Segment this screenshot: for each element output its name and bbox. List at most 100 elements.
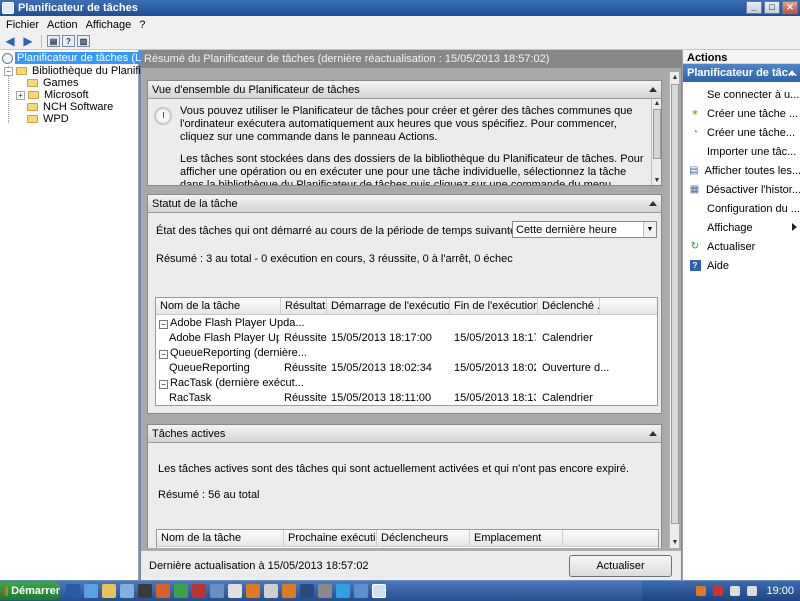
task-status-section-header[interactable]: Statut de la tâche	[148, 195, 661, 213]
action-disable-history[interactable]: ▦ Désactiver l'histor...	[683, 180, 800, 199]
app-icon[interactable]	[210, 584, 224, 598]
show-hide-action-pane-icon[interactable]: ▥	[77, 35, 90, 47]
overview-section-header[interactable]: Vue d'ensemble du Planificateur de tâche…	[148, 81, 661, 99]
minimize-button[interactable]: _	[746, 1, 762, 14]
tree-item-nch-software[interactable]: NCH Software	[27, 101, 115, 113]
photoshop-icon[interactable]	[300, 584, 314, 598]
folder-icon	[27, 79, 38, 87]
action-show-running-tasks[interactable]: ▤ Afficher toutes les...	[683, 161, 800, 180]
collapse-minus-icon[interactable]: −	[159, 320, 168, 329]
menu-action[interactable]: Action	[43, 19, 82, 31]
collapse-arrow-icon[interactable]	[649, 201, 657, 206]
tree-item-games[interactable]: Games	[27, 77, 80, 89]
explorer-folder-icon[interactable]	[102, 584, 116, 598]
col-run-end[interactable]: Fin de l'exécution	[450, 298, 538, 315]
firefox-icon[interactable]	[246, 584, 260, 598]
collapse-arrow-icon[interactable]	[788, 70, 796, 75]
task-group-row[interactable]: − QueueReporting (dernière...	[156, 346, 657, 361]
app-icon[interactable]	[354, 584, 368, 598]
action-configure-account[interactable]: Configuration du ...	[683, 199, 800, 218]
scroll-down-arrow-icon[interactable]: ▼	[671, 538, 679, 547]
blank-icon	[688, 145, 702, 159]
col-result[interactable]: Résultat...	[281, 298, 327, 315]
app-icon[interactable]	[174, 584, 188, 598]
collapse-arrow-icon[interactable]	[649, 431, 657, 436]
expand-toggle-icon[interactable]: +	[16, 90, 25, 100]
forward-arrow-icon[interactable]: ▶	[20, 34, 36, 48]
action-connect[interactable]: Se connecter à u...	[683, 85, 800, 104]
cell-run-end: 15/05/2013 18:02:...	[454, 362, 536, 374]
action-create-basic-task[interactable]: ✶ Créer une tâche ...	[683, 104, 800, 123]
task-group-row[interactable]: − RacTask (dernière exécut...	[156, 376, 657, 391]
col-triggered-by[interactable]: Déclenché ...	[538, 298, 600, 315]
summary-scroll-thumb[interactable]	[671, 84, 679, 524]
blank-icon	[688, 221, 702, 235]
col-location[interactable]: Emplacement	[470, 530, 563, 547]
action-help[interactable]: ? Aide	[683, 256, 800, 275]
cell-run-start: 15/05/2013 18:02:34	[331, 362, 432, 374]
app-icon[interactable]	[228, 584, 242, 598]
scroll-down-arrow-icon[interactable]: ▼	[653, 176, 661, 185]
collapse-minus-icon[interactable]: −	[159, 380, 168, 389]
close-button[interactable]: ✕	[782, 1, 798, 14]
table-row[interactable]: Adobe Flash Player Upda... Réussite 15/0…	[156, 331, 657, 346]
menu-help[interactable]: ?	[135, 19, 149, 31]
col-run-start[interactable]: Démarrage de l'exécution	[327, 298, 450, 315]
summary-scrollbar[interactable]: ▲ ▼	[669, 72, 679, 548]
firefox-icon[interactable]	[282, 584, 296, 598]
tray-volume-icon[interactable]	[747, 586, 758, 596]
task-scheduler-taskbar-button[interactable]	[372, 584, 386, 598]
show-desktop-icon[interactable]	[66, 584, 80, 598]
show-hide-console-tree-icon[interactable]: ▤	[47, 35, 60, 47]
table-row[interactable]: RacTask Réussite 15/05/2013 18:11:00 15/…	[156, 391, 657, 405]
action-view-menu[interactable]: Affichage	[683, 218, 800, 237]
refresh-icon: ↻	[690, 241, 700, 252]
summary-header: Résumé du Planificateur de tâches (derni…	[141, 50, 681, 68]
col-next-run[interactable]: Prochaine exécution	[284, 530, 377, 547]
col-task-name[interactable]: Nom de la tâche	[156, 298, 281, 315]
collapse-minus-icon[interactable]: −	[159, 350, 168, 359]
chevron-down-icon[interactable]: ▼	[643, 222, 656, 237]
collapse-toggle-icon[interactable]: −	[4, 66, 13, 76]
tree-item-microsoft[interactable]: + Microsoft	[16, 89, 91, 101]
app-icon[interactable]	[264, 584, 278, 598]
help-icon[interactable]: ?	[62, 35, 75, 47]
refresh-button[interactable]: Actualiser	[569, 555, 672, 577]
active-tasks-section-header[interactable]: Tâches actives	[148, 425, 661, 443]
taskbar-clock[interactable]: 19:00	[766, 585, 794, 597]
folder-icon	[27, 103, 38, 111]
menu-view[interactable]: Affichage	[82, 19, 136, 31]
col-triggers[interactable]: Déclencheurs	[377, 530, 470, 547]
task-group-row[interactable]: − Adobe Flash Player Upda...	[156, 316, 657, 331]
collapse-arrow-icon[interactable]	[649, 87, 657, 92]
period-dropdown[interactable]: Cette dernière heure ▼	[512, 221, 657, 238]
scroll-up-arrow-icon[interactable]: ▲	[653, 99, 661, 108]
terminal-icon[interactable]	[138, 584, 152, 598]
action-import-task[interactable]: Importer une tâc...	[683, 142, 800, 161]
app-icon[interactable]	[318, 584, 332, 598]
overview-scrollbar[interactable]: ▲ ▼	[651, 99, 661, 185]
action-refresh[interactable]: ↻ Actualiser	[683, 237, 800, 256]
overview-scroll-thumb[interactable]	[653, 109, 661, 159]
actions-group-header[interactable]: Planificateur de tâc...	[683, 64, 800, 82]
maximize-button[interactable]: □	[764, 1, 780, 14]
media-icon[interactable]	[156, 584, 170, 598]
skype-icon[interactable]	[336, 584, 350, 598]
internet-explorer-icon[interactable]	[84, 584, 98, 598]
start-button[interactable]: Démarrer	[0, 582, 60, 600]
tray-antivirus-icon[interactable]	[713, 586, 724, 596]
back-arrow-icon[interactable]: ◀	[2, 34, 18, 48]
quicklaunch-icon[interactable]	[120, 584, 134, 598]
tray-network-icon[interactable]	[730, 586, 741, 596]
cell-run-start: 15/05/2013 18:17:00	[331, 332, 432, 344]
action-create-task[interactable]: ◔ Créer une tâche...	[683, 123, 800, 142]
menu-file[interactable]: Fichier	[2, 19, 43, 31]
scroll-up-arrow-icon[interactable]: ▲	[671, 73, 679, 82]
overview-paragraph-2: Les tâches sont stockées dans des dossie…	[180, 153, 644, 185]
tray-firefox-icon[interactable]	[696, 586, 707, 596]
tree-item-wpd[interactable]: WPD	[27, 113, 71, 125]
period-label: État des tâches qui ont démarré au cours…	[156, 225, 523, 237]
filezilla-icon[interactable]	[192, 584, 206, 598]
table-row[interactable]: QueueReporting Réussite 15/05/2013 18:02…	[156, 361, 657, 376]
col-task-name[interactable]: Nom de la tâche	[157, 530, 284, 547]
